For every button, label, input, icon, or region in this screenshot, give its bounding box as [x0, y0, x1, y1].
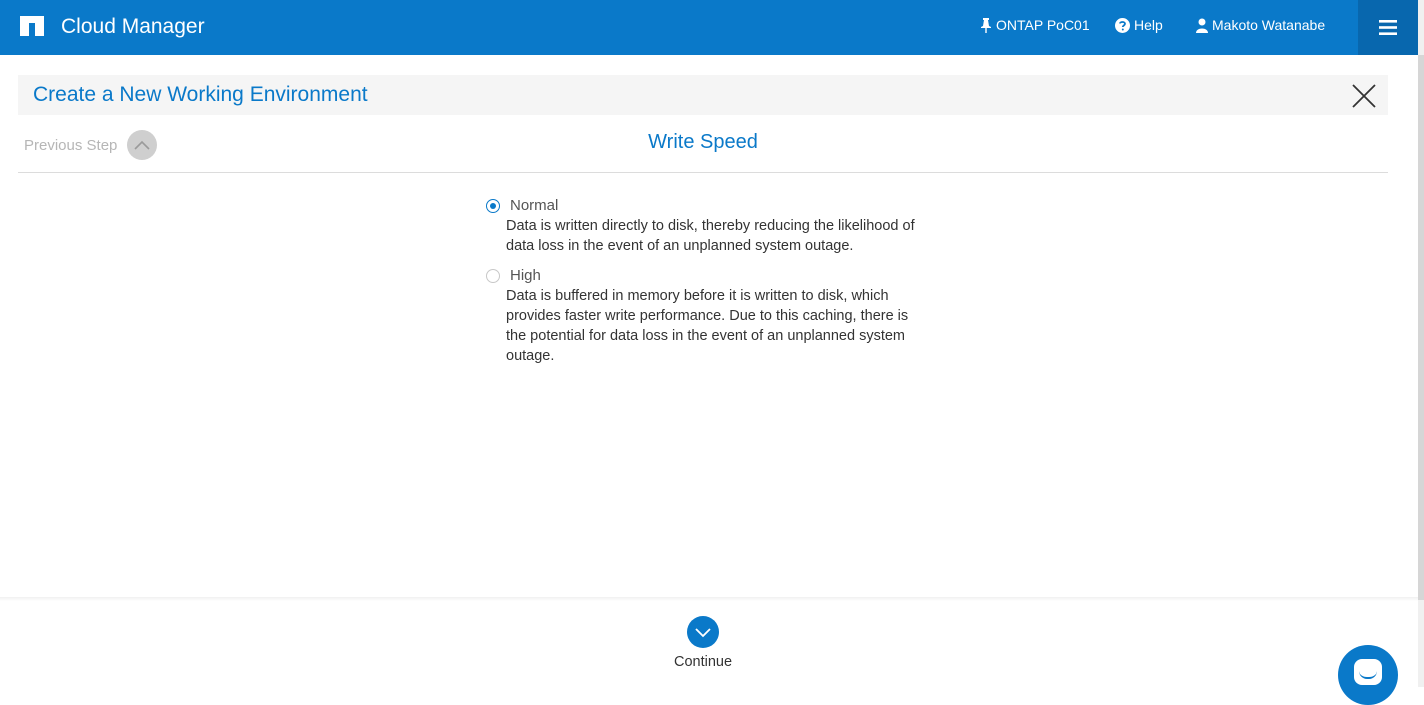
- option-label: High: [510, 267, 541, 284]
- radio-high[interactable]: High: [486, 266, 926, 286]
- write-speed-options: Normal Data is written directly to disk,…: [486, 196, 926, 376]
- page-scrollbar[interactable]: [1418, 0, 1424, 687]
- main-menu-button[interactable]: [1358, 0, 1418, 55]
- netapp-logo-icon[interactable]: [20, 16, 44, 36]
- radio-button[interactable]: [486, 269, 500, 283]
- step-title: Write Speed: [648, 131, 758, 153]
- environment-selector[interactable]: ONTAP PoC01: [980, 17, 1090, 33]
- user-icon: [1196, 18, 1208, 33]
- wizard-header: Create a New Working Environment: [18, 75, 1388, 115]
- app-title[interactable]: Cloud Manager: [61, 15, 205, 39]
- top-navigation-bar: Cloud Manager ONTAP PoC01 Help Makoto Wa…: [0, 0, 1424, 55]
- footer-divider: [0, 597, 1418, 601]
- chevron-down-icon: [687, 616, 719, 648]
- pin-icon: [981, 17, 991, 33]
- user-name: Makoto Watanabe: [1212, 17, 1326, 33]
- chat-support-button[interactable]: [1338, 645, 1398, 705]
- continue-label: Continue: [673, 654, 733, 670]
- radio-normal[interactable]: Normal: [486, 196, 926, 216]
- environment-label: ONTAP PoC01: [996, 17, 1090, 33]
- option-normal: Normal Data is written directly to disk,…: [486, 196, 926, 256]
- option-description: Data is buffered in memory before it is …: [506, 288, 909, 364]
- close-icon[interactable]: [1352, 84, 1376, 108]
- divider: [18, 172, 1388, 173]
- continue-button[interactable]: Continue: [660, 616, 746, 670]
- user-menu[interactable]: Makoto Watanabe: [1196, 17, 1325, 33]
- page-title: Create a New Working Environment: [33, 83, 368, 106]
- hamburger-menu-icon: [1379, 20, 1397, 35]
- scrollbar-thumb[interactable]: [1418, 55, 1424, 600]
- question-circle-icon: [1115, 17, 1130, 33]
- option-description: Data is written directly to disk, thereb…: [506, 218, 915, 254]
- option-label: Normal: [510, 197, 559, 214]
- help-menu[interactable]: Help: [1115, 17, 1163, 33]
- option-high: High Data is buffered in memory before i…: [486, 266, 926, 366]
- help-label: Help: [1134, 17, 1163, 33]
- radio-button-selected[interactable]: [486, 199, 500, 213]
